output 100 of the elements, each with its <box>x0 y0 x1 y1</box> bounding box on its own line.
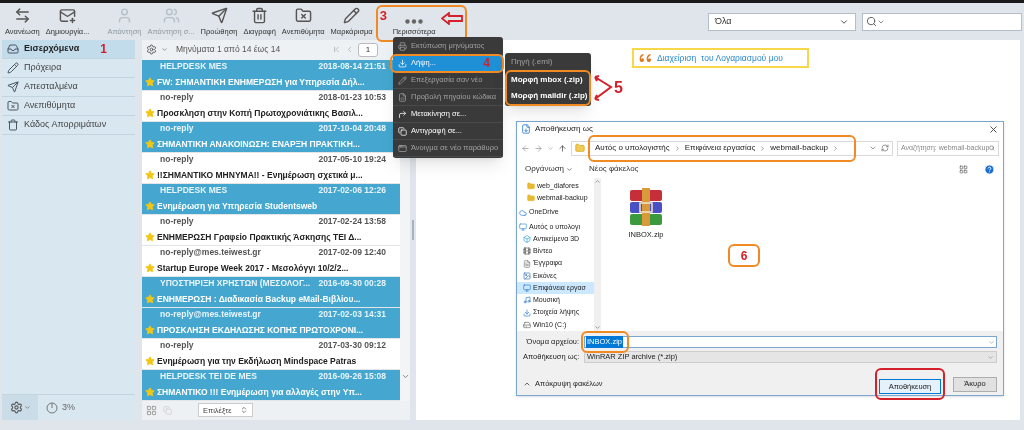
arrow-icon <box>398 109 407 119</box>
message-sender: no-reply <box>160 122 194 135</box>
scroll-up-icon[interactable] <box>594 178 601 185</box>
caret-icon <box>566 165 574 173</box>
copy-icon <box>398 126 407 136</box>
folder-x-icon <box>7 100 19 112</box>
message-subject: FW: ΣΗΜΑΝΤΙΚΗ ΕΝΗΜΕΡΩΣΗ για Υπηρεσία Δήλ... <box>157 76 365 89</box>
scroll-down-icon[interactable] <box>594 324 601 331</box>
message-sender: no-reply@mes.teiwest.gr <box>160 246 261 259</box>
account-link[interactable]: Διαχείριση του Λογαριασμού μου <box>632 48 809 68</box>
step-number: 1 <box>100 41 107 58</box>
star-icon[interactable] <box>145 108 155 119</box>
star-icon[interactable] <box>145 263 155 274</box>
thread-icon[interactable] <box>163 405 172 415</box>
cloud-icon <box>519 208 527 217</box>
star-icon[interactable] <box>145 201 155 212</box>
up-icon[interactable] <box>558 143 567 153</box>
star-icon[interactable] <box>145 325 155 336</box>
search-field[interactable] <box>862 12 1022 31</box>
menu-item[interactable]: Μορφή maildir (.zip) <box>507 88 589 104</box>
people-icon <box>162 7 180 25</box>
message-date: 2017-02-09 12:40 <box>318 246 386 259</box>
caret-icon[interactable] <box>869 144 877 152</box>
inbox-icon <box>7 43 19 55</box>
message-subject: ΣΗΜΑΝΤΙΚΗ ΑΝΑΚΟΙΝΩΣΗ: ΕΝΑΡΞΗ ΠΡΑΚΤΙΚΗ... <box>157 138 360 151</box>
message-row[interactable]: no-reply 2017-05-10 19:24 !!ΣΗΜΑΝΤΙΚΟ ΜΗΝΥΜΑ!! - Ενημέρωση σχετικά μ... <box>142 152 400 184</box>
message-sender: HELPDESK MES <box>160 60 228 73</box>
settings-button[interactable] <box>2 395 38 420</box>
organize-button[interactable]: Οργάνωση <box>525 163 574 175</box>
first-page-icon[interactable] <box>332 45 341 55</box>
pointer-arrows-icon <box>593 72 613 103</box>
drive-icon <box>523 320 531 329</box>
star-icon[interactable] <box>145 170 155 181</box>
filter-select[interactable]: Όλα <box>708 12 856 31</box>
star-icon[interactable] <box>145 356 155 367</box>
window-icon <box>398 143 407 153</box>
highlight-outline <box>875 368 945 400</box>
new-folder-button[interactable]: Νέος φάκελος <box>589 163 639 175</box>
caret-icon <box>523 380 531 388</box>
folder-item[interactable]: Απεσταλμένα <box>2 78 135 97</box>
trash-icon <box>7 119 19 131</box>
mail-plus-icon <box>59 7 77 25</box>
archive-icon <box>628 188 664 226</box>
step-number: 5 <box>614 77 623 98</box>
star-icon[interactable] <box>145 294 155 305</box>
forward-icon[interactable] <box>534 143 543 153</box>
pencil-icon <box>398 75 407 85</box>
address-bar[interactable]: Αυτός ο υπολογιστής Επιφάνεια εργασίας webmail-backup <box>571 140 893 156</box>
caret-icon <box>23 404 31 411</box>
monitor-icon <box>519 222 527 231</box>
document-icon <box>523 259 531 268</box>
back-icon[interactable] <box>521 143 530 153</box>
path-segment[interactable]: Επιφάνεια εργασίας <box>684 142 756 154</box>
star-icon[interactable] <box>145 232 155 243</box>
search-icon <box>866 16 877 27</box>
send-mail-icon <box>210 7 228 25</box>
caret-icon[interactable] <box>547 144 554 152</box>
quota-circle-icon <box>46 401 58 414</box>
message-date: 2018-08-14 21:51 <box>318 60 386 73</box>
save-icon <box>521 124 531 134</box>
star-icon[interactable] <box>145 77 155 88</box>
settings-icon[interactable] <box>146 44 157 56</box>
image-icon <box>523 271 531 280</box>
star-icon[interactable] <box>145 387 155 398</box>
message-date: 2016-09-30 00:28 <box>318 277 386 290</box>
monitor-icon <box>523 284 531 293</box>
caret-icon <box>161 46 168 54</box>
view-icon[interactable] <box>959 164 968 174</box>
chevron-icon <box>832 144 840 152</box>
swap-arrows-icon <box>13 7 31 25</box>
folder-item[interactable]: Πρόχειρα <box>2 59 135 78</box>
dialog-title: Αποθήκευση ως <box>535 123 593 135</box>
menu-item[interactable]: Μορφή mbox (.zip) <box>507 72 589 88</box>
path-segment[interactable]: Αυτός ο υπολογιστής <box>595 142 670 154</box>
star-icon[interactable] <box>145 139 155 150</box>
previous-page-icon[interactable] <box>345 45 354 55</box>
settings-icon <box>9 401 23 414</box>
message-row[interactable]: no-reply@mes.teiwest.gr 2017-02-09 12:40 Startup Europe Week 2017 - Μεσολόγγι 10/2/2... <box>142 245 400 277</box>
close-icon[interactable] <box>988 123 999 135</box>
refresh-icon[interactable] <box>881 144 889 152</box>
folder-item[interactable]: Εισερχόμενα 1 <box>2 40 135 59</box>
message-subject: ΣΗΜΑΝΤΙΚΟ !!! Ενημέρωση για αλλαγές στην Υπ... <box>157 386 362 399</box>
arrow-icon <box>440 12 463 25</box>
send-icon <box>7 81 19 93</box>
folder-item[interactable]: Κάδος Απορριμάτων <box>2 116 135 135</box>
message-row[interactable]: no-reply 2017-03-30 09:12 Ενημέρωση για την Εκδήλωση Mindspace Patras <box>142 338 400 370</box>
message-sender: ΥΠΟΣΤΗΡΙΞΗ ΧΡΗΣΤΩΝ (ΜΕΣΟΛΟΓ... <box>160 277 311 290</box>
pencil-icon <box>7 62 19 74</box>
message-row[interactable]: no-reply 2017-02-24 13:58 ΕΝΗΜΕΡΩΣΗ Γραφείο Πρακτικής Άσκησης ΤΕΙ Δ... <box>142 214 400 246</box>
help-icon[interactable] <box>984 163 995 175</box>
layout-icon[interactable] <box>146 404 157 416</box>
message-subject: Startup Europe Week 2017 - Μεσολόγγι 10/2/2... <box>157 262 349 275</box>
message-date: 2017-02-03 14:31 <box>318 308 386 321</box>
message-subject: Ενημέρωση για Υπηρεσία Studentsweb <box>157 200 318 213</box>
path-segment[interactable]: webmail-backup <box>770 142 829 154</box>
message-subject: Προσκληση στην Κοπή Πρωτοχρονιάτικης Βασιλ... <box>157 107 363 120</box>
page-field[interactable]: 1 <box>358 42 378 57</box>
step-number: 4 <box>483 55 490 72</box>
message-count: Μηνύματα 1 από 14 έως 14 <box>176 43 281 57</box>
folder-item[interactable]: Ανεπιθύμητα <box>2 97 135 116</box>
